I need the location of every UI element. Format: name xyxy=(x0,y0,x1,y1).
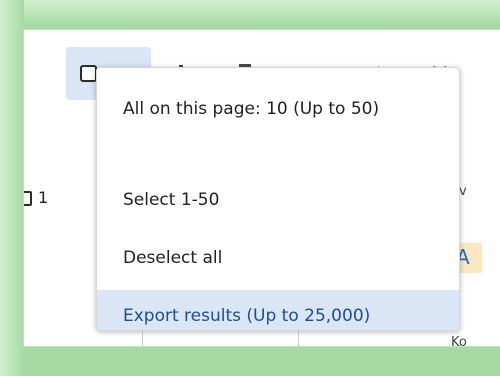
menu-item-export-results[interactable]: Export results (Up to 25,000) xyxy=(97,290,459,330)
result-number: 1 xyxy=(38,188,49,207)
highlight-frame-left xyxy=(0,0,24,376)
menu-item-deselect-all[interactable]: Deselect all xyxy=(97,234,459,282)
select-options-menu: All on this page: 10 (Up to 50) Select 1… xyxy=(96,67,460,331)
checkbox-icon[interactable] xyxy=(80,65,97,82)
highlight-frame-top xyxy=(0,0,500,26)
menu-item-select-range[interactable]: Select 1-50 xyxy=(97,176,459,224)
result-checkbox[interactable] xyxy=(24,191,32,206)
menu-item-select-all-on-page[interactable]: All on this page: 10 (Up to 50) xyxy=(97,85,459,133)
result-text-fragment: Ko xyxy=(451,335,467,346)
